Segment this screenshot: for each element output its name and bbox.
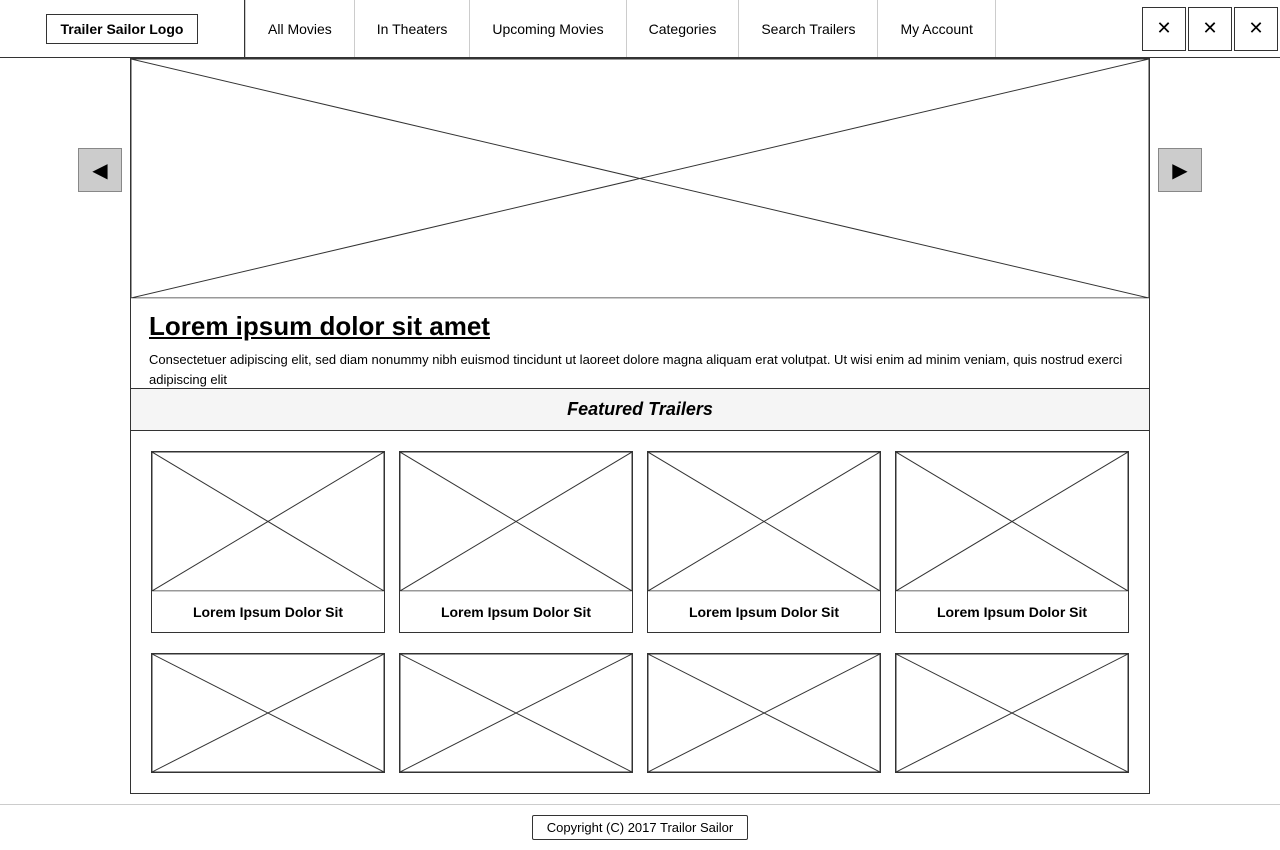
- nav-icon-1[interactable]: ✕: [1142, 7, 1186, 51]
- nav-categories[interactable]: Categories: [627, 0, 740, 57]
- movie-label-3: Lorem Ipsum Dolor Sit: [648, 592, 880, 632]
- movie-label-2: Lorem Ipsum Dolor Sit: [400, 592, 632, 632]
- main-nav: Trailer Sailor Logo All Movies In Theate…: [0, 0, 1280, 58]
- hero-container: Lorem ipsum dolor sit amet Consectetuer …: [130, 58, 1150, 389]
- copyright-text: Copyright (C) 2017 Trailor Sailor: [532, 815, 748, 840]
- nav-all-movies[interactable]: All Movies: [245, 0, 355, 57]
- hero-title: Lorem ipsum dolor sit amet: [149, 311, 1131, 342]
- movie-card-3[interactable]: Lorem Ipsum Dolor Sit: [647, 451, 881, 633]
- featured-grid: Lorem Ipsum Dolor Sit Lorem Ipsum Dolor …: [131, 431, 1149, 653]
- featured-section: Featured Trailers Lorem Ipsum Dolor Sit: [130, 388, 1150, 794]
- logo-label: Trailer Sailor Logo: [61, 21, 184, 37]
- hero-next-button[interactable]: ▶: [1158, 148, 1202, 192]
- nav-icon-3[interactable]: ✕: [1234, 7, 1278, 51]
- footer: Copyright (C) 2017 Trailor Sailor: [0, 804, 1280, 850]
- movie-card-1[interactable]: Lorem Ipsum Dolor Sit: [151, 451, 385, 633]
- nav-search-trailers[interactable]: Search Trailers: [739, 0, 878, 57]
- nav-upcoming-movies[interactable]: Upcoming Movies: [470, 0, 626, 57]
- movie-label-1: Lorem Ipsum Dolor Sit: [152, 592, 384, 632]
- hero-prev-button[interactable]: ◀: [78, 148, 122, 192]
- movie-label-4: Lorem Ipsum Dolor Sit: [896, 592, 1128, 632]
- movie-thumb-3: [648, 452, 880, 592]
- movie-thumb-4: [896, 452, 1128, 592]
- hero-text-area: Lorem ipsum dolor sit amet Consectetuer …: [131, 299, 1149, 389]
- movie-card-4[interactable]: Lorem Ipsum Dolor Sit: [895, 451, 1129, 633]
- logo: Trailer Sailor Logo: [46, 14, 199, 44]
- partial-card-1[interactable]: [151, 653, 385, 773]
- second-row: [131, 653, 1149, 793]
- nav-icon-2[interactable]: ✕: [1188, 7, 1232, 51]
- hero-section: Lorem ipsum dolor sit amet Consectetuer …: [130, 58, 1150, 389]
- logo-area: Trailer Sailor Logo: [0, 0, 245, 58]
- nav-links: All Movies In Theaters Upcoming Movies C…: [245, 0, 1142, 57]
- partial-card-4[interactable]: [895, 653, 1129, 773]
- movie-thumb-2: [400, 452, 632, 592]
- hero-image: [131, 59, 1149, 299]
- partial-card-3[interactable]: [647, 653, 881, 773]
- nav-in-theaters[interactable]: In Theaters: [355, 0, 471, 57]
- featured-heading: Featured Trailers: [131, 389, 1149, 431]
- movie-thumb-1: [152, 452, 384, 592]
- partial-card-2[interactable]: [399, 653, 633, 773]
- movie-card-2[interactable]: Lorem Ipsum Dolor Sit: [399, 451, 633, 633]
- nav-my-account[interactable]: My Account: [878, 0, 995, 57]
- hero-description: Consectetuer adipiscing elit, sed diam n…: [149, 350, 1131, 389]
- nav-icons: ✕ ✕ ✕: [1142, 0, 1280, 57]
